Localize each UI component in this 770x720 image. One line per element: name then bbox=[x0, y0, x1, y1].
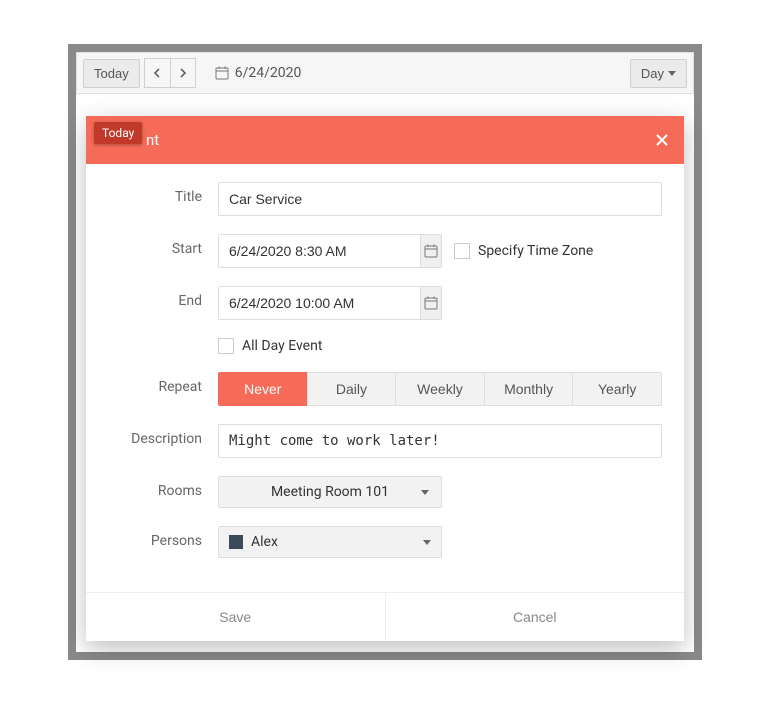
event-modal: nt Title Start Specify bbox=[86, 116, 684, 641]
description-input[interactable] bbox=[218, 424, 662, 458]
toolbar: Today 6/24/2020 Day bbox=[76, 52, 694, 94]
current-date: 6/24/2020 bbox=[235, 65, 302, 81]
repeat-group: Never Daily Weekly Monthly Yearly bbox=[218, 372, 662, 406]
cancel-button[interactable]: Cancel bbox=[386, 593, 685, 641]
start-calendar-button[interactable] bbox=[420, 235, 441, 267]
person-color-swatch bbox=[229, 535, 243, 549]
persons-select[interactable]: Alex bbox=[218, 526, 442, 558]
caret-down-icon bbox=[421, 490, 429, 495]
prev-button[interactable] bbox=[144, 58, 170, 88]
rooms-select[interactable]: Meeting Room 101 bbox=[218, 476, 442, 508]
modal-footer: Save Cancel bbox=[86, 592, 684, 641]
modal-body: Title Start Specify Time Zone bbox=[86, 164, 684, 592]
today-tooltip: Today bbox=[94, 122, 142, 144]
repeat-label: Repeat bbox=[108, 372, 218, 395]
repeat-yearly[interactable]: Yearly bbox=[572, 372, 662, 406]
specify-timezone-label: Specify Time Zone bbox=[478, 243, 593, 259]
chevron-right-icon bbox=[179, 68, 187, 78]
rooms-value: Meeting Room 101 bbox=[271, 484, 389, 500]
repeat-weekly[interactable]: Weekly bbox=[395, 372, 485, 406]
start-datetime-input[interactable] bbox=[219, 235, 420, 267]
rooms-label: Rooms bbox=[108, 476, 218, 499]
repeat-daily[interactable]: Daily bbox=[307, 372, 397, 406]
save-button[interactable]: Save bbox=[86, 593, 386, 641]
repeat-monthly[interactable]: Monthly bbox=[484, 372, 574, 406]
all-day-label: All Day Event bbox=[242, 338, 322, 354]
start-label: Start bbox=[108, 234, 218, 257]
start-datetime bbox=[218, 234, 442, 268]
calendar-icon bbox=[215, 66, 229, 80]
title-input[interactable] bbox=[218, 182, 662, 216]
close-icon bbox=[656, 134, 668, 146]
view-label: Day bbox=[641, 66, 664, 81]
all-day-checkbox[interactable] bbox=[218, 338, 234, 354]
description-label: Description bbox=[108, 424, 218, 447]
next-button[interactable] bbox=[170, 58, 196, 88]
calendar-icon bbox=[424, 244, 438, 258]
persons-label: Persons bbox=[108, 526, 218, 549]
nav-group bbox=[144, 58, 196, 88]
view-selector[interactable]: Day bbox=[630, 59, 687, 88]
specify-timezone-checkbox[interactable] bbox=[454, 243, 470, 259]
end-label: End bbox=[108, 286, 218, 309]
chevron-left-icon bbox=[153, 68, 161, 78]
modal-header: nt bbox=[86, 116, 684, 164]
repeat-never[interactable]: Never bbox=[218, 372, 308, 406]
date-picker[interactable]: 6/24/2020 bbox=[204, 58, 313, 88]
persons-value: Alex bbox=[251, 534, 278, 550]
end-datetime bbox=[218, 286, 442, 320]
end-calendar-button[interactable] bbox=[420, 287, 441, 319]
caret-down-icon bbox=[423, 540, 431, 545]
today-button[interactable]: Today bbox=[83, 59, 140, 88]
calendar-icon bbox=[424, 296, 438, 310]
end-datetime-input[interactable] bbox=[219, 287, 420, 319]
title-label: Title bbox=[108, 182, 218, 205]
close-button[interactable] bbox=[656, 130, 668, 151]
caret-down-icon bbox=[668, 71, 676, 76]
